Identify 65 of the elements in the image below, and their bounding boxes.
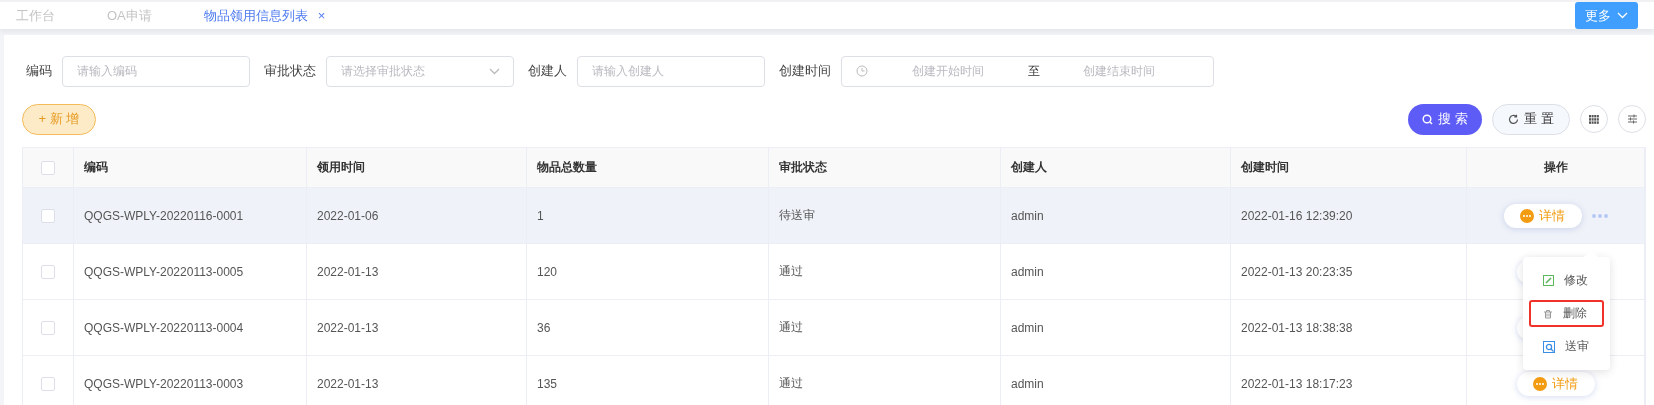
menu-item[interactable]: 删除 [1529,300,1604,327]
table-cell: 120 [527,244,769,300]
more-circle-icon [1533,376,1547,391]
checkbox[interactable] [41,320,55,335]
chevron-down-icon [489,67,500,75]
filter-label: 审批状态 [264,62,316,80]
edit-icon [1543,275,1554,286]
filter-label: 创建时间 [779,62,831,80]
table-cell: admin [1001,188,1231,244]
table-cell: 2022-01-13 20:23:35 [1231,244,1467,300]
trash-icon [1543,308,1553,319]
filter-label: 创建人 [528,62,567,80]
table-cell: 2022-01-06 [307,188,527,244]
column-header: 审批状态 [769,148,1001,188]
table-cell: 2022-01-13 18:38:38 [1231,300,1467,356]
more-button[interactable]: 更多 [1575,2,1638,29]
more-icon[interactable] [1591,213,1608,218]
table-cell: 2022-01-16 12:39:20 [1231,188,1467,244]
column-header: 物品总数量 [527,148,769,188]
details-button[interactable]: 详情 [1503,203,1582,228]
menu-item[interactable]: 送审 [1529,333,1604,360]
table-cell: 1 [527,188,769,244]
chevron-down-icon [1617,12,1628,19]
input-field[interactable]: 请输入编码 [62,55,250,87]
table-cell: 通过 [769,244,1001,300]
tab[interactable]: 物品领用信息列表 × [203,6,326,25]
checkbox[interactable] [41,264,55,279]
table-cell: QQGS-WPLY-20220113-0004 [74,300,307,356]
close-icon[interactable]: × [317,8,326,23]
more-circle-icon [1520,208,1534,223]
table-cell: 36 [527,300,769,356]
table-cell: QQGS-WPLY-20220116-0001 [74,188,307,244]
table-cell: admin [1001,300,1231,356]
clock-icon [856,65,868,77]
select-field[interactable]: 请选择审批状态 [326,55,514,87]
checkbox[interactable] [41,376,55,391]
input-field[interactable]: 请输入创建人 [577,55,765,87]
table-cell: 2022-01-13 [307,300,527,356]
column-header: 操作 [1467,148,1645,188]
add-button[interactable]: + 新 增 [22,103,96,135]
reset-button[interactable]: 重 置 [1492,103,1570,135]
table-cell: QQGS-WPLY-20220113-0005 [74,244,307,300]
table-cell: 通过 [769,300,1001,356]
table-cell: admin [1001,244,1231,300]
column-header: 创建时间 [1231,148,1467,188]
column-header: 领用时间 [307,148,527,188]
column-header: 创建人 [1001,148,1231,188]
details-button[interactable]: 详情 [1516,371,1595,396]
filter-settings-button[interactable] [1618,105,1646,133]
column-header: 编码 [74,148,307,188]
table-cell: 2022-01-13 [307,244,527,300]
filter-label: 编码 [26,62,52,80]
menu-item[interactable]: 修改 [1529,267,1604,294]
column-grid-button[interactable] [1580,105,1608,133]
grid-icon [1589,114,1599,124]
date-range-field[interactable]: 创建开始时间 至 创建结束时间 [841,55,1214,87]
checkbox[interactable] [41,160,55,175]
checkbox[interactable] [41,208,55,223]
refresh-icon [1508,113,1520,125]
search-button[interactable]: 搜 索 [1408,103,1482,135]
table-cell: 待送审 [769,188,1001,244]
search-icon [1422,113,1434,125]
search-document-icon [1543,340,1555,353]
sliders-icon [1626,114,1638,124]
range-separator: 至 [1027,62,1040,80]
